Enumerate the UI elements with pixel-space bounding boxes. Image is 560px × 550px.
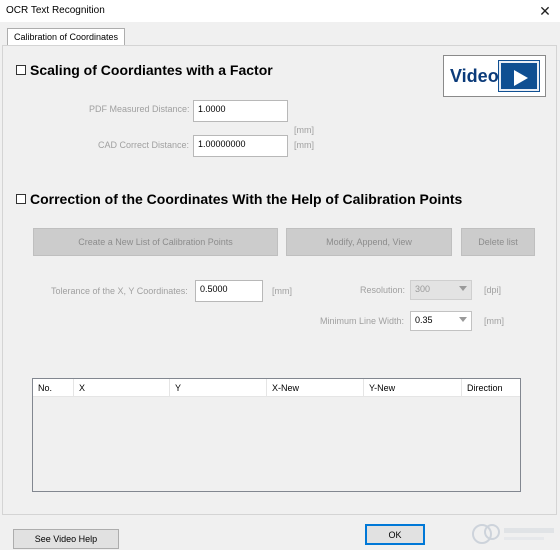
table-header: No. X Y X-New Y-New Direction bbox=[33, 379, 520, 397]
resolution-select[interactable]: 300 bbox=[410, 280, 472, 300]
cad-distance-label: CAD Correct Distance: bbox=[98, 140, 190, 150]
calibration-points-table[interactable]: No. X Y X-New Y-New Direction bbox=[32, 378, 521, 492]
play-icon bbox=[498, 61, 539, 91]
pdf-distance-unit: [mm] bbox=[294, 125, 314, 135]
scaling-title: Scaling of Coordiantes with a Factor bbox=[30, 62, 273, 78]
min-line-width-value: 0.35 bbox=[415, 315, 433, 325]
close-icon[interactable]: ✕ bbox=[530, 0, 560, 22]
title-bar: OCR Text Recognition ✕ bbox=[0, 0, 560, 22]
column-header-direction[interactable]: Direction bbox=[462, 379, 520, 397]
column-header-y-new[interactable]: Y-New bbox=[364, 379, 462, 397]
delete-list-button[interactable]: Delete list bbox=[461, 228, 535, 256]
min-line-width-label: Minimum Line Width: bbox=[320, 316, 405, 326]
tab-calibration-of-coordinates[interactable]: Calibration of Coordinates bbox=[7, 28, 126, 46]
min-line-width-unit: [mm] bbox=[484, 316, 504, 326]
scaling-section-header: Scaling of Coordiantes with a Factor bbox=[16, 62, 273, 78]
pdf-distance-input[interactable]: 1.0000 bbox=[193, 100, 288, 122]
resolution-unit: [dpi] bbox=[484, 285, 502, 295]
min-line-width-select[interactable]: 0.35 bbox=[410, 311, 472, 331]
resolution-label: Resolution: bbox=[360, 285, 406, 295]
ocr-dialog: OCR Text Recognition ✕ Calibration of Co… bbox=[0, 0, 560, 550]
tolerance-unit: [mm] bbox=[272, 286, 292, 296]
resolution-value: 300 bbox=[415, 284, 431, 294]
chevron-down-icon bbox=[459, 317, 467, 322]
watermark-logo bbox=[472, 524, 554, 544]
see-video-help-button[interactable]: See Video Help bbox=[13, 529, 119, 549]
column-header-x[interactable]: X bbox=[74, 379, 170, 397]
cad-distance-input[interactable]: 1.00000000 bbox=[193, 135, 288, 157]
video-label: Video bbox=[450, 65, 499, 86]
chevron-down-icon bbox=[459, 286, 467, 291]
column-header-no[interactable]: No. bbox=[33, 379, 74, 397]
tolerance-label: Tolerance of the X, Y Coordinates: bbox=[51, 286, 188, 296]
window-title: OCR Text Recognition bbox=[6, 5, 105, 16]
scaling-checkbox[interactable] bbox=[16, 65, 26, 75]
modify-append-view-button[interactable]: Modify, Append, View bbox=[286, 228, 452, 256]
column-header-y[interactable]: Y bbox=[170, 379, 267, 397]
ok-button[interactable]: OK bbox=[365, 524, 425, 545]
correction-checkbox[interactable] bbox=[16, 194, 26, 204]
pdf-distance-label: PDF Measured Distance: bbox=[89, 104, 190, 114]
column-header-x-new[interactable]: X-New bbox=[267, 379, 364, 397]
correction-section-header: Correction of the Coordinates With the H… bbox=[16, 191, 462, 207]
tolerance-input[interactable]: 0.5000 bbox=[195, 280, 263, 302]
video-button[interactable]: Video bbox=[443, 55, 546, 97]
correction-title: Correction of the Coordinates With the H… bbox=[30, 191, 463, 207]
create-calibration-list-button[interactable]: Create a New List of Calibration Points bbox=[33, 228, 278, 256]
cad-distance-unit: [mm] bbox=[294, 140, 314, 150]
